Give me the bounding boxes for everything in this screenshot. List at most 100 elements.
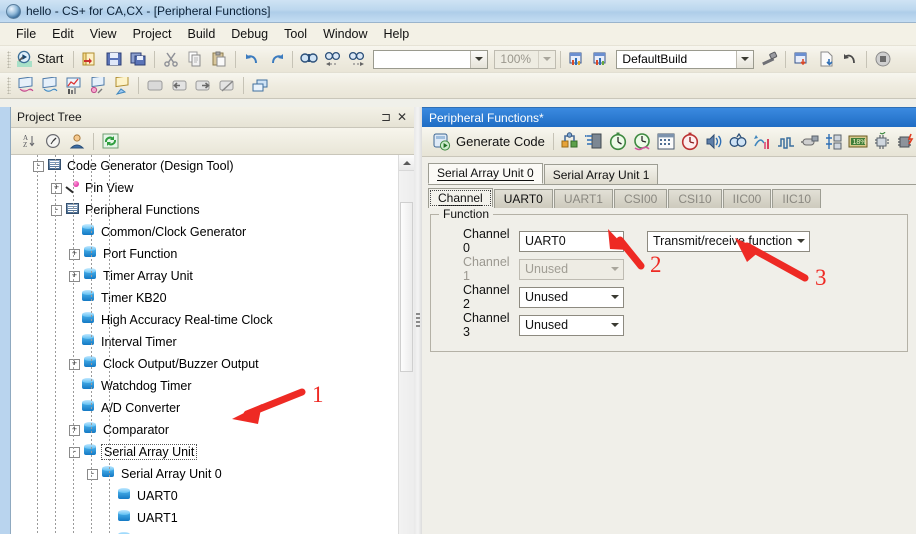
pin-icon[interactable]: [111, 75, 133, 97]
tree-node-interval-timer[interactable]: Interval Timer: [11, 331, 399, 353]
menu-item-edit[interactable]: Edit: [44, 25, 82, 43]
find-all-icon[interactable]: [298, 48, 320, 70]
chevron-down-icon[interactable]: [792, 239, 809, 243]
build-project-icon[interactable]: [566, 48, 588, 70]
hammer-icon[interactable]: [758, 48, 780, 70]
cut-icon[interactable]: [160, 48, 182, 70]
tree-node-uart1[interactable]: UART1: [11, 507, 399, 529]
scroll-up-button[interactable]: [399, 155, 414, 171]
collapse-icon[interactable]: -: [33, 160, 44, 172]
chart-icon[interactable]: [63, 75, 85, 97]
sort-icon[interactable]: A Z: [18, 130, 40, 152]
redo-icon[interactable]: [265, 48, 287, 70]
user-icon[interactable]: [66, 130, 88, 152]
rebuild-project-icon[interactable]: [590, 48, 612, 70]
comparator-icon[interactable]: [775, 131, 797, 153]
function-tab-csi00[interactable]: CSI00: [613, 189, 668, 208]
watchdog-icon[interactable]: [727, 131, 749, 153]
toolbar-grip[interactable]: [7, 50, 11, 68]
menu-item-build[interactable]: Build: [179, 25, 223, 43]
tree-node-high-accuracy-real-time-clock[interactable]: High Accuracy Real-time Clock: [11, 309, 399, 331]
ad-converter-icon[interactable]: [751, 131, 773, 153]
stop-icon[interactable]: [872, 48, 894, 70]
chevron-down-icon[interactable]: [606, 323, 623, 327]
step-icon[interactable]: [815, 48, 837, 70]
pin-icon[interactable]: ⊐: [378, 109, 394, 125]
tree-vertical-scrollbar[interactable]: [398, 155, 414, 534]
interval-timer-icon[interactable]: [679, 131, 701, 153]
function-tab-channel[interactable]: Channel: [428, 188, 493, 208]
tree-node-peripheral-functions[interactable]: - Peripheral Functions: [11, 199, 399, 221]
save-icon[interactable]: [103, 48, 125, 70]
cpu-reset-icon[interactable]: [15, 75, 37, 97]
step-over-icon[interactable]: [168, 75, 190, 97]
search-combo[interactable]: [373, 49, 489, 69]
function-tab-uart0[interactable]: UART0: [493, 189, 553, 208]
tree-node-clock-output-buzzer-output[interactable]: + Clock Output/Buzzer Output: [11, 353, 399, 375]
expand-icon[interactable]: +: [69, 270, 80, 282]
scroll-thumb[interactable]: [400, 202, 413, 372]
channel-0-mode-combo[interactable]: Transmit/receive function: [647, 230, 810, 252]
chevron-down-icon[interactable]: [606, 239, 623, 243]
tree-node-uart0[interactable]: UART0: [11, 485, 399, 507]
copy-icon[interactable]: [184, 48, 206, 70]
channel-2-function-combo[interactable]: Unused: [519, 286, 624, 308]
paste-icon[interactable]: [208, 48, 230, 70]
unit-tab-serial-array-unit-1[interactable]: Serial Array Unit 1: [543, 164, 659, 184]
tree-node-a-d-converter[interactable]: A/D Converter: [11, 397, 399, 419]
expand-icon[interactable]: +: [69, 424, 80, 436]
refresh-icon[interactable]: [99, 130, 121, 152]
collapse-icon[interactable]: -: [69, 446, 80, 458]
find-previous-icon[interactable]: [322, 48, 344, 70]
dmac-icon[interactable]: [871, 131, 893, 153]
debug-start-button[interactable]: Start: [14, 49, 69, 70]
step-out-icon[interactable]: [216, 75, 238, 97]
lcd-icon[interactable]: 18%: [847, 131, 869, 153]
rtc-icon[interactable]: [655, 131, 677, 153]
function-tab-uart1[interactable]: UART1: [553, 189, 613, 208]
tree-node-common-clock-generator[interactable]: Common/Clock Generator: [11, 221, 399, 243]
chevron-down-icon[interactable]: [470, 50, 488, 68]
stack-icon[interactable]: [87, 75, 109, 97]
generate-code-button[interactable]: Generate Code: [428, 130, 549, 154]
tree-node-code-generator-design-tool[interactable]: - Code Generator (Design Tool): [11, 155, 399, 177]
document-tab-peripheral-functions[interactable]: Peripheral Functions*: [422, 107, 916, 127]
function-tab-iic00[interactable]: IIC00: [722, 189, 772, 208]
download-icon[interactable]: [791, 48, 813, 70]
tree-node-port-function[interactable]: + Port Function: [11, 243, 399, 265]
tree-node-watchdog-timer[interactable]: Watchdog Timer: [11, 375, 399, 397]
unit-tab-serial-array-unit-0[interactable]: Serial Array Unit 0: [428, 163, 543, 184]
timer-icon[interactable]: [607, 131, 629, 153]
buzzer-icon[interactable]: [703, 131, 725, 153]
window-layout-icon[interactable]: [249, 75, 271, 97]
tree-node-comparator[interactable]: + Comparator: [11, 419, 399, 441]
iic-icon[interactable]: [823, 131, 845, 153]
project-tree-body[interactable]: - Code Generator (Design Tool) + Pin View - P…: [11, 155, 414, 534]
menu-item-help[interactable]: Help: [376, 25, 418, 43]
build-config-combo[interactable]: DefaultBuild: [616, 49, 755, 69]
channel-3-function-combo[interactable]: Unused: [519, 314, 624, 336]
pin-assignment-icon[interactable]: [559, 131, 581, 153]
menu-item-project[interactable]: Project: [125, 25, 180, 43]
tree-node-timer-kb20[interactable]: Timer KB20: [11, 287, 399, 309]
collapse-icon[interactable]: -: [51, 204, 62, 216]
chevron-down-icon[interactable]: [606, 295, 623, 299]
save-all-icon[interactable]: [127, 48, 149, 70]
channel-0-function-combo[interactable]: UART0: [519, 230, 624, 252]
function-tab-iic10[interactable]: IIC10: [772, 189, 822, 208]
stop-debug-icon[interactable]: [144, 75, 166, 97]
tree-node-serial-array-unit-0[interactable]: - Serial Array Unit 0: [11, 463, 399, 485]
toolbar-grip[interactable]: [7, 77, 11, 94]
expand-icon[interactable]: +: [69, 248, 80, 260]
close-icon[interactable]: ✕: [394, 109, 410, 125]
panel-splitter[interactable]: [414, 107, 422, 534]
menu-item-debug[interactable]: Debug: [223, 25, 276, 43]
open-project-icon[interactable]: [79, 48, 101, 70]
undo-icon[interactable]: [241, 48, 263, 70]
tree-node-pin-view[interactable]: + Pin View: [11, 177, 399, 199]
chevron-down-icon[interactable]: [736, 50, 754, 68]
cpu-run-icon[interactable]: [39, 75, 61, 97]
clock-generator-icon[interactable]: [583, 131, 605, 153]
restart-icon[interactable]: [839, 48, 861, 70]
collapse-icon[interactable]: -: [87, 468, 98, 480]
